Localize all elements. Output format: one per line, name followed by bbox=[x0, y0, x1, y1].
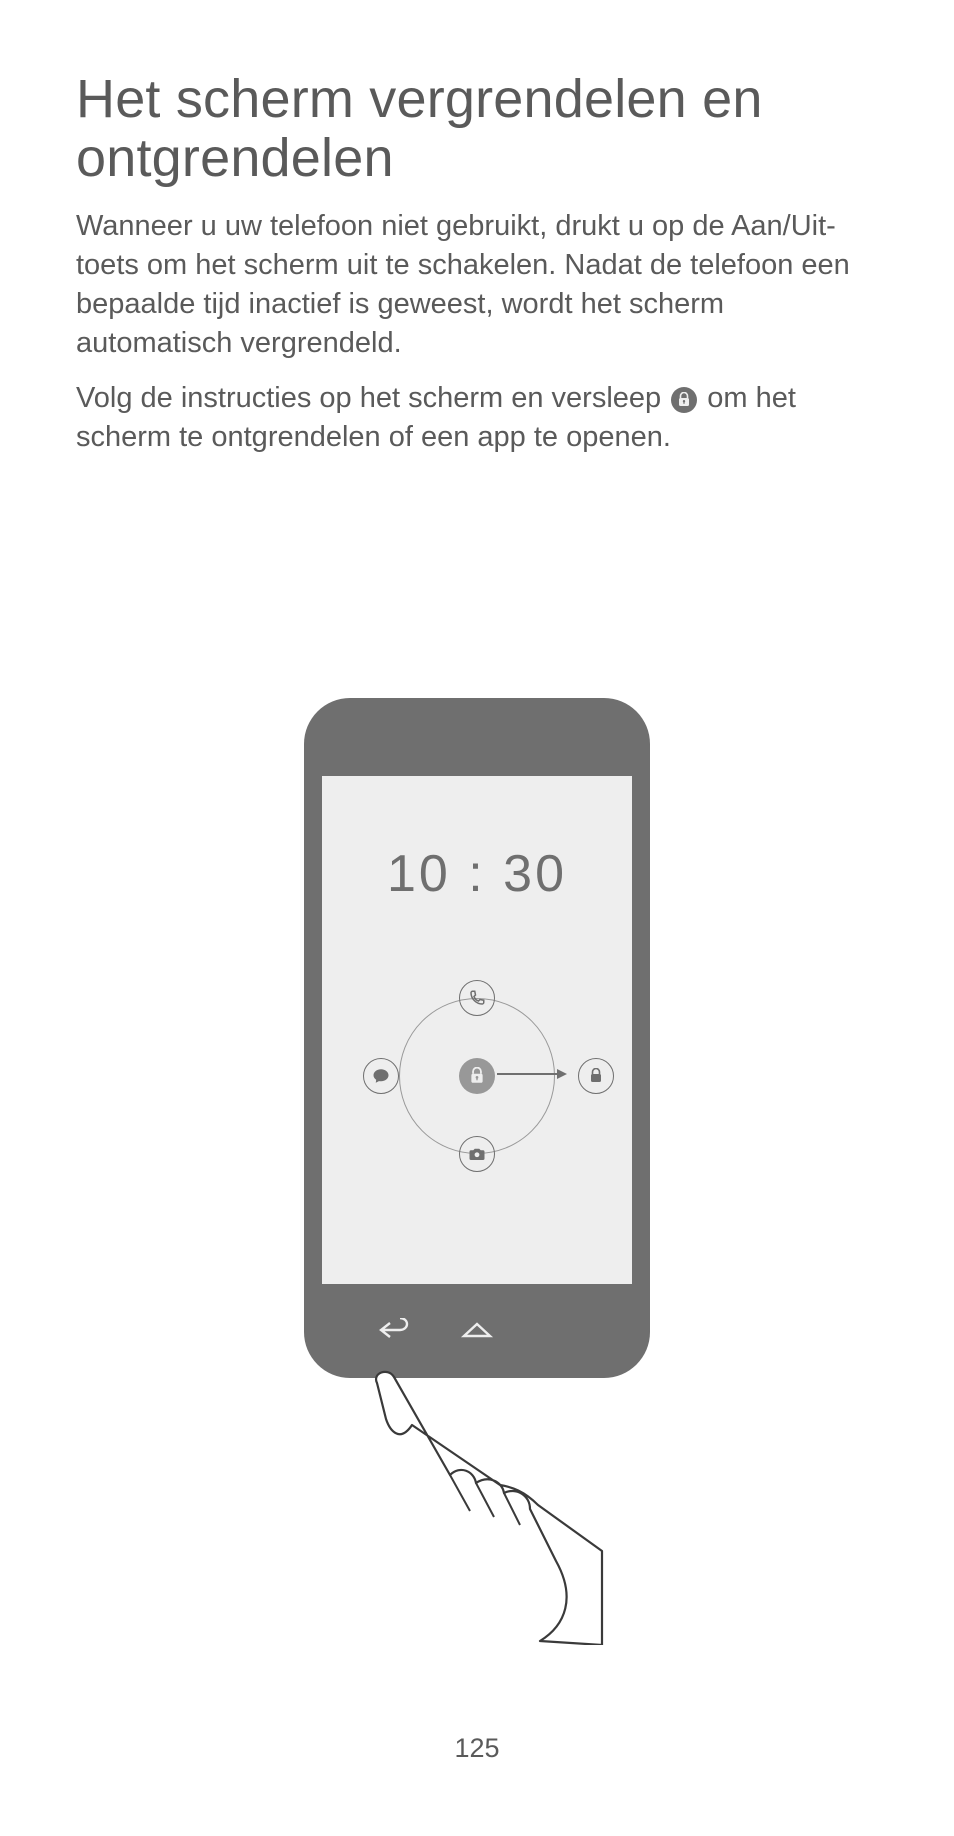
phone-navbar bbox=[304, 1312, 650, 1352]
center-lock-icon bbox=[459, 1058, 495, 1094]
lockscreen-time: 10 : 30 bbox=[322, 844, 632, 904]
phone-screen: 10 : 30 bbox=[322, 776, 632, 1284]
illustration: 10 : 30 bbox=[0, 698, 954, 1378]
unlock-target-icon bbox=[578, 1058, 614, 1094]
message-icon bbox=[363, 1058, 399, 1094]
paragraph-2a: Volg de instructies op het scherm en ver… bbox=[76, 382, 669, 414]
manual-page: Het scherm vergrendelen en ontgrendelen … bbox=[0, 0, 954, 1836]
paragraph-1: Wanneer u uw telefoon niet gebruikt, dru… bbox=[76, 207, 878, 364]
drag-arrow-icon bbox=[497, 1067, 569, 1085]
camera-icon bbox=[459, 1136, 495, 1172]
paragraph-2: Volg de instructies op het scherm en ver… bbox=[76, 379, 878, 457]
lock-icon bbox=[671, 387, 697, 413]
page-number: 125 bbox=[0, 1733, 954, 1764]
phone-icon bbox=[459, 980, 495, 1016]
back-icon bbox=[378, 1318, 412, 1347]
phone-body: 10 : 30 bbox=[304, 698, 650, 1378]
hand-pointer-icon bbox=[342, 1365, 612, 1650]
home-icon bbox=[460, 1318, 494, 1347]
page-title: Het scherm vergrendelen en ontgrendelen bbox=[76, 70, 878, 189]
